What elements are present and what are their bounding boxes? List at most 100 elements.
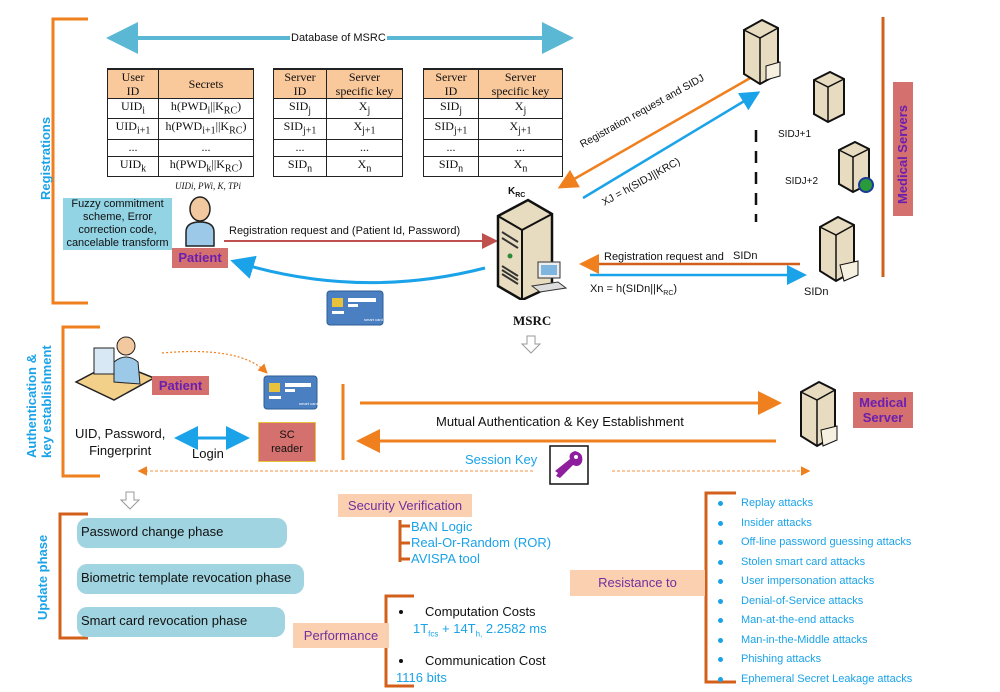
medical-servers-label: Medical Servers xyxy=(895,104,910,204)
computation-costs-value: 1Tfcs + 14Th, 2.2582 ms xyxy=(413,621,547,639)
resistance-item: Stolen smart card attacks xyxy=(741,555,866,568)
smartcard-issue-arrow xyxy=(230,255,486,285)
credentials-line: UID, Password, xyxy=(75,426,166,441)
table-cell: ... xyxy=(326,138,403,157)
sid-j2-label: SIDJ+2 xyxy=(785,176,819,187)
header-server-key: Server specific key xyxy=(326,68,403,99)
table-cell: UIDi+1 xyxy=(107,118,159,140)
fuzzy-line: scheme, Error xyxy=(82,211,153,223)
table-cell: SIDj xyxy=(423,97,479,120)
auth-label-line2: key establishment xyxy=(39,345,54,458)
fuzzy-line: cancelable transform xyxy=(66,237,169,249)
table-cell: UIDk xyxy=(107,155,159,178)
auth-smart-card-icon: smart card xyxy=(263,375,318,410)
bullet xyxy=(718,540,723,545)
resistance-item: Insider attacks xyxy=(741,516,812,529)
table-row: SIDj Xj xyxy=(273,97,403,120)
phase-biometric-revocation: Biometric template revocation phase xyxy=(77,564,304,594)
server-n-request-sid: SIDn xyxy=(733,250,758,262)
server-n-request-label: Registration request and xyxy=(604,251,724,263)
sc-reader-line: reader xyxy=(271,443,303,455)
login-label: Login xyxy=(192,446,224,461)
phase-password-change: Password change phase xyxy=(77,518,287,548)
registrations-bracket xyxy=(51,17,88,305)
table-cell: SIDn xyxy=(423,155,479,178)
header-secrets: Secrets xyxy=(158,68,254,99)
credentials-line: Fingerprint xyxy=(89,443,152,458)
medical-server-line: Medical xyxy=(859,395,907,410)
credentials-label: UID, Password, Fingerprint xyxy=(75,425,165,459)
msrc-server-icon xyxy=(496,198,568,300)
sv-item-ror: Real-Or-Random (ROR) xyxy=(411,535,552,550)
fuzzy-line: correction code, xyxy=(78,224,157,236)
smart-card-text: smart card xyxy=(299,401,318,406)
table-cell: ... xyxy=(423,138,479,157)
header-server-id: Server ID xyxy=(423,68,479,99)
bullet xyxy=(718,657,723,662)
table-cell: ... xyxy=(478,138,563,157)
bullet xyxy=(718,598,723,604)
table-cell: Xj+1 xyxy=(326,118,403,140)
down-arrow-update xyxy=(119,491,141,510)
sv-item-avispa: AVISPA tool xyxy=(411,551,480,566)
sid-j1-label: SIDJ+1 xyxy=(778,129,812,140)
server-j1-icon xyxy=(813,70,845,124)
medical-server-line: Server xyxy=(862,410,904,425)
phase-smart-card-revocation: Smart card revocation phase xyxy=(77,607,285,637)
table-cell: SIDj+1 xyxy=(423,118,479,140)
table-cell: h(PWDi||KRC) xyxy=(158,97,254,120)
server-j2-icon xyxy=(838,140,874,194)
table-row: UIDi+1 h(PWDi+1||KRC) xyxy=(107,118,254,140)
msrc-label: MSRC xyxy=(513,313,552,328)
bullet xyxy=(718,618,723,623)
table-cell: Xj xyxy=(478,97,563,120)
bullet xyxy=(718,559,723,565)
bullet xyxy=(718,501,723,506)
key-icon xyxy=(549,445,589,485)
resistance-item: Denial-of-Service attacks xyxy=(741,594,864,607)
bullet xyxy=(718,676,723,682)
diagram-canvas: Registrations Authentication & key estab… xyxy=(0,0,1000,692)
table-cell: h(PWDk||KRC) xyxy=(158,155,254,178)
patient-request-label: Registration request and (Patient Id, Pa… xyxy=(229,225,461,237)
patient-computer-icon xyxy=(74,336,156,401)
table-row: ...... xyxy=(273,138,403,157)
table-cell: UIDi xyxy=(107,97,159,120)
resistance-item: User impersonation attacks xyxy=(741,575,875,587)
table-row: ...... xyxy=(423,138,563,157)
patient-label: Patient xyxy=(172,248,228,268)
resistance-item: Man-at-the-end attacks xyxy=(741,614,855,626)
header-user-id: User ID xyxy=(107,68,159,99)
table-row: SIDj Xj xyxy=(423,97,563,120)
auth-medical-server-icon xyxy=(800,380,838,448)
auth-label-line1: Authentication & xyxy=(24,354,39,458)
table-row: SIDj+1 Xj+1 xyxy=(273,118,403,140)
table-row: UIDi h(PWDi||KRC) xyxy=(107,97,254,120)
resistance-item: Replay attacks xyxy=(741,497,814,509)
resistance-item: Man-in-the-Middle attacks xyxy=(741,633,868,646)
server-j-response-arrow xyxy=(582,91,761,200)
table-cell: ... xyxy=(273,138,327,157)
section-label-authentication: Authentication & key establishment xyxy=(24,345,54,458)
performance-title: Performance xyxy=(293,623,389,648)
sc-reader-box: SC reader xyxy=(258,422,316,462)
communication-cost-title: Communication Cost xyxy=(425,653,546,668)
smart-card-icon: smart card xyxy=(326,290,384,326)
security-verification-bracket xyxy=(398,520,410,562)
section-label-registrations: Registrations xyxy=(38,116,53,200)
sid-n-label: SIDn xyxy=(804,286,829,298)
server-key-table-2: Server ID Server specific key SIDj Xj SIDj+1… xyxy=(423,68,563,178)
table-cell: Xj+1 xyxy=(478,118,563,140)
mutual-auth-label: Mutual Authentication & Key Establishmen… xyxy=(436,414,684,429)
section-label-update: Update phase xyxy=(35,534,50,620)
auth-patient-label: Patient xyxy=(152,376,209,395)
bullet xyxy=(399,610,403,614)
table-cell: ... xyxy=(107,138,159,157)
table-row: UIDk h(PWDk||KRC) xyxy=(107,155,254,178)
resistance-title: Resistance to xyxy=(570,570,705,596)
header-server-key: Server specific key xyxy=(478,68,563,99)
security-verification-title: Security Verification xyxy=(338,494,472,517)
table-cell: SIDj xyxy=(273,97,327,120)
smart-card-text: smart card xyxy=(364,317,383,322)
resistance-item: Ephemeral Secret Leakage attacks xyxy=(741,672,913,685)
